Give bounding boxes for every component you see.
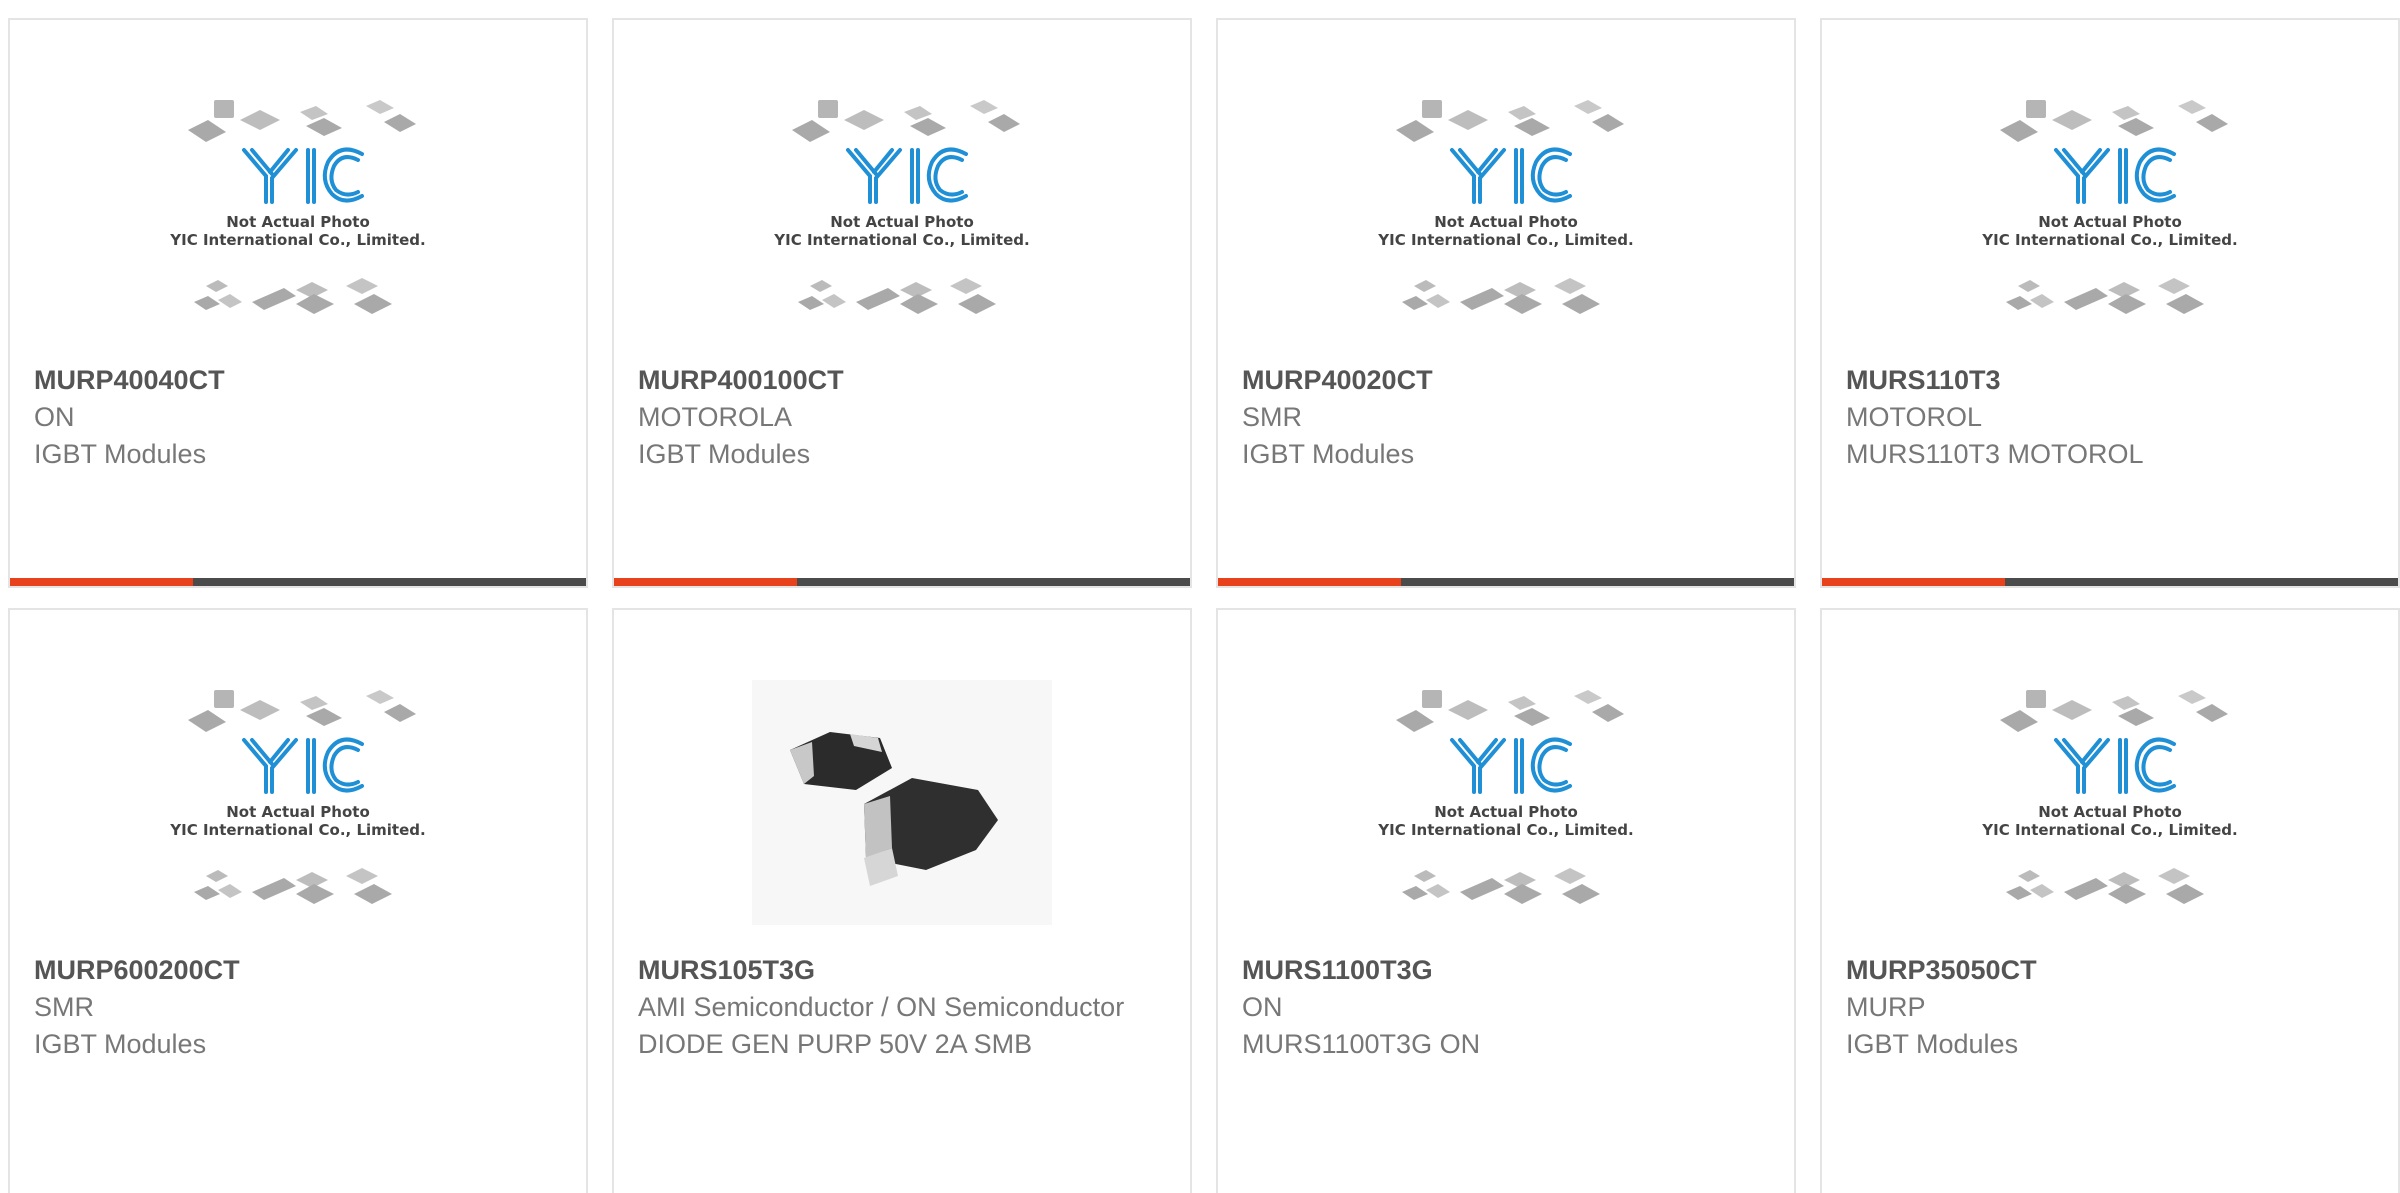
product-info: MURS110T3 MOTOROL MURS110T3 MOTOROL — [1846, 362, 2378, 473]
description: DIODE GEN PURP 50V 2A SMB — [638, 1029, 1033, 1059]
description: IGBT Modules — [34, 1029, 207, 1059]
accent-bar — [1218, 578, 1401, 586]
product-info: MURP40040CT ON IGBT Modules — [34, 362, 566, 473]
description: IGBT Modules — [1242, 439, 1415, 469]
description: IGBT Modules — [1846, 1029, 2019, 1059]
manufacturer: MOTOROLA — [638, 402, 793, 432]
part-number[interactable]: MURP40020CT — [1242, 362, 1774, 399]
card-hover-bar — [1218, 578, 1794, 586]
description: MURS110T3 MOTOROL — [1846, 439, 2144, 469]
product-card[interactable]: MURS1100T3G ON MURS1100T3G ON — [1216, 608, 1796, 1193]
manufacturer: AMI Semiconductor / ON Semiconductor — [638, 992, 1125, 1022]
manufacturer: MURP — [1846, 992, 1926, 1022]
part-number[interactable]: MURS110T3 — [1846, 362, 2378, 399]
product-card[interactable]: MURP400100CT MOTOROLA IGBT Modules — [612, 18, 1192, 588]
product-image[interactable] — [1356, 90, 1656, 335]
part-number[interactable]: MURP600200CT — [34, 952, 566, 989]
accent-bar — [10, 578, 193, 586]
product-card[interactable]: MURP40020CT SMR IGBT Modules — [1216, 18, 1796, 588]
accent-bar — [1822, 578, 2005, 586]
part-number[interactable]: MURP40040CT — [34, 362, 566, 399]
manufacturer: MOTOROL — [1846, 402, 1983, 432]
product-card[interactable]: MURP600200CT SMR IGBT Modules — [8, 608, 588, 1193]
product-info: MURP40020CT SMR IGBT Modules — [1242, 362, 1774, 473]
description: IGBT Modules — [638, 439, 811, 469]
product-image[interactable] — [148, 90, 448, 335]
product-image[interactable] — [148, 680, 448, 925]
product-info: MURP35050CT MURP IGBT Modules — [1846, 952, 2378, 1063]
part-number[interactable]: MURP400100CT — [638, 362, 1170, 399]
manufacturer: ON — [1242, 992, 1283, 1022]
product-image[interactable] — [752, 680, 1052, 925]
product-info: MURP600200CT SMR IGBT Modules — [34, 952, 566, 1063]
product-card[interactable]: MURP35050CT MURP IGBT Modules — [1820, 608, 2400, 1193]
product-image[interactable] — [1960, 90, 2260, 335]
product-image[interactable] — [752, 90, 1052, 335]
card-hover-bar — [1822, 578, 2398, 586]
part-number[interactable]: MURS1100T3G — [1242, 952, 1774, 989]
description: MURS1100T3G ON — [1242, 1029, 1481, 1059]
product-card[interactable]: MURS110T3 MOTOROL MURS110T3 MOTOROL — [1820, 18, 2400, 588]
card-hover-bar — [10, 578, 586, 586]
manufacturer: SMR — [1242, 402, 1302, 432]
product-image[interactable] — [1960, 680, 2260, 925]
part-number[interactable]: MURP35050CT — [1846, 952, 2378, 989]
manufacturer: ON — [34, 402, 75, 432]
part-number[interactable]: MURS105T3G — [638, 952, 1170, 989]
product-info: MURP400100CT MOTOROLA IGBT Modules — [638, 362, 1170, 473]
product-image[interactable] — [1356, 680, 1656, 925]
product-info: MURS1100T3G ON MURS1100T3G ON — [1242, 952, 1774, 1063]
product-card[interactable]: MURP40040CT ON IGBT Modules — [8, 18, 588, 588]
card-hover-bar — [614, 578, 1190, 586]
accent-bar — [614, 578, 797, 586]
product-card[interactable]: MURS105T3G AMI Semiconductor / ON Semico… — [612, 608, 1192, 1193]
description: IGBT Modules — [34, 439, 207, 469]
manufacturer: SMR — [34, 992, 94, 1022]
product-info: MURS105T3G AMI Semiconductor / ON Semico… — [638, 952, 1170, 1063]
product-grid: MURP40040CT ON IGBT Modules MURP400100CT… — [8, 18, 2400, 1193]
